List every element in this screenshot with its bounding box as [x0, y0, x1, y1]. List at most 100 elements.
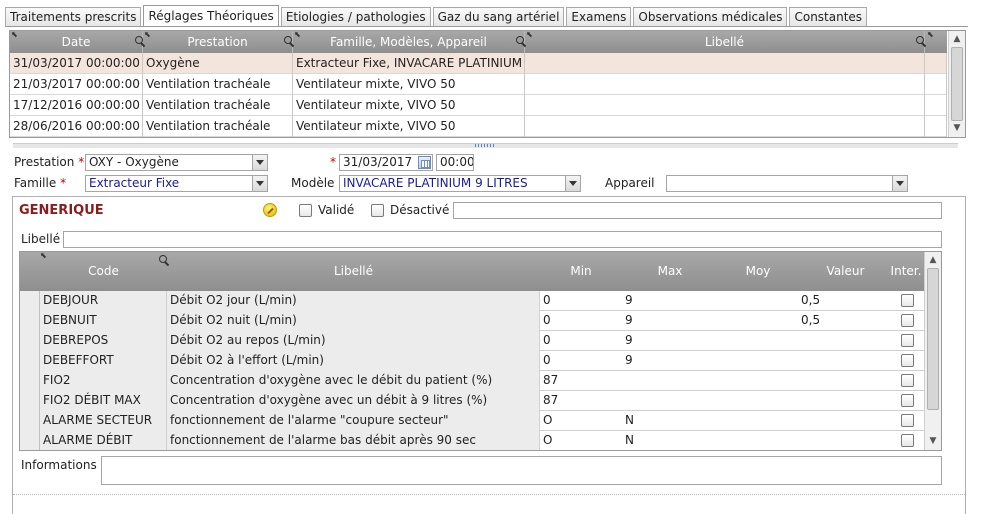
- cell-min: 87: [543, 393, 559, 407]
- cell-code: DEBEFFORT: [40, 351, 167, 371]
- cell-moy: [718, 351, 798, 371]
- date-input[interactable]: 31/03/2017: [339, 154, 433, 171]
- cell-max: N: [625, 413, 634, 427]
- cell-valeur[interactable]: [798, 431, 893, 450]
- column-header-min[interactable]: Min: [540, 252, 622, 291]
- tab-2[interactable]: Etiologies / pathologies: [280, 7, 431, 26]
- cell-code: ALARME DÉBIT: [40, 431, 167, 450]
- divider: [13, 494, 965, 495]
- cell-valeur[interactable]: 0,5: [798, 291, 893, 311]
- cell-valeur[interactable]: [798, 371, 893, 391]
- cell-libelle: [525, 74, 925, 95]
- column-header-libelle[interactable]: Libellé: [167, 252, 540, 291]
- cell-libelle: Débit O2 au repos (L/min): [167, 331, 540, 351]
- informations-textarea[interactable]: [101, 456, 942, 485]
- tab-5[interactable]: Observations médicales: [633, 7, 788, 26]
- table-row[interactable]: DEBREPOS Débit O2 au repos (L/min) 0 9: [20, 331, 925, 351]
- inter-checkbox[interactable]: [901, 434, 914, 447]
- prestation-select[interactable]: OXY - Oxygène: [85, 154, 268, 171]
- scrollbar-thumb[interactable]: [951, 47, 963, 121]
- scroll-up-arrow-icon[interactable]: ▲: [951, 33, 963, 45]
- column-header-date[interactable]: Date: [10, 31, 143, 53]
- desactive-checkbox[interactable]: [371, 204, 384, 217]
- tab-bar: Traitements prescrits Réglages Théoriques…: [5, 5, 869, 27]
- edit-pencil-icon[interactable]: [263, 203, 277, 217]
- table-row[interactable]: ALARME DÉBIT fonctionnement de l'alarme b…: [20, 431, 926, 450]
- cell-inter: [886, 351, 926, 371]
- cell-libelle: Débit O2 jour (L/min): [167, 291, 540, 311]
- libelle-label: Libellé: [21, 232, 61, 246]
- cell-libelle: Concentration d'oxygène avec un débit à …: [167, 391, 540, 411]
- famille-select[interactable]: Extracteur Fixe: [85, 175, 268, 192]
- table-row[interactable]: FIO2 DÉBIT MAX Concentration d'oxygène av…: [20, 391, 925, 411]
- cell-valeur[interactable]: [798, 351, 893, 371]
- cell-valeur[interactable]: 0,5: [798, 311, 893, 331]
- table-row[interactable]: ALARME SECTEUR fonctionnement de l'alarme…: [20, 411, 925, 431]
- inter-checkbox[interactable]: [901, 314, 914, 327]
- tab-1[interactable]: Réglages Théoriques: [143, 5, 279, 27]
- table-row[interactable]: FIO2 Concentration d'oxygène avec le débi…: [20, 371, 925, 391]
- row-header-cell: [20, 371, 40, 391]
- desactive-reason-input[interactable]: [453, 202, 942, 219]
- table-row[interactable]: DEBJOUR Débit O2 jour (L/min) 0 9 0,5: [20, 291, 925, 311]
- scroll-up-arrow-icon[interactable]: ▲: [927, 254, 939, 266]
- libelle-input[interactable]: [63, 231, 942, 248]
- inter-checkbox[interactable]: [901, 354, 914, 367]
- settings-grid-scrollbar[interactable]: ▲ ▼: [924, 252, 941, 450]
- table-row[interactable]: DEBEFFORT Débit O2 à l'effort (L/min) 0 9: [20, 351, 925, 371]
- modele-select[interactable]: INVACARE PLATINIUM 9 LITRES: [339, 175, 581, 192]
- tab-6[interactable]: Constantes: [789, 7, 868, 26]
- search-icon[interactable]: [915, 35, 927, 47]
- calendar-icon[interactable]: [418, 156, 431, 169]
- time-input[interactable]: 00:00: [436, 154, 474, 171]
- cell-inter: [886, 431, 926, 450]
- column-header-libelle[interactable]: Libellé: [525, 31, 925, 53]
- scroll-down-arrow-icon[interactable]: ▼: [951, 122, 963, 134]
- inter-checkbox[interactable]: [901, 334, 914, 347]
- inter-checkbox[interactable]: [901, 374, 914, 387]
- table-row[interactable]: 17/12/2016 00:00:00 Ventilation trachéale…: [10, 95, 947, 116]
- cell-valeur[interactable]: [798, 411, 893, 431]
- column-header-code[interactable]: Code: [40, 252, 167, 291]
- inter-checkbox[interactable]: [901, 394, 914, 407]
- column-header-max[interactable]: Max: [622, 252, 718, 291]
- table-row[interactable]: 31/03/2017 00:00:00 Oxygène Extracteur Fix…: [10, 53, 947, 74]
- prescriptions-grid: ⬉ Date ⬉ Prestation ⬉ Famille, Modèles, …: [9, 30, 966, 138]
- column-header-famille[interactable]: Famille, Modèles, Appareil: [293, 31, 525, 53]
- inter-checkbox[interactable]: [901, 294, 914, 307]
- generic-title: GENERIQUE: [19, 203, 104, 218]
- panel-splitter[interactable]: [13, 143, 958, 148]
- table-row[interactable]: 28/06/2016 00:00:00 Ventilation trachéale…: [10, 116, 947, 137]
- tab-0[interactable]: Traitements prescrits: [5, 7, 142, 26]
- cell-valeur[interactable]: [798, 391, 893, 411]
- column-header-moy[interactable]: Moy: [718, 252, 798, 291]
- chevron-down-icon[interactable]: [892, 176, 907, 191]
- splitter-grip-icon[interactable]: [475, 144, 495, 147]
- scrollbar-thumb[interactable]: [927, 268, 939, 410]
- cell-prestation: Ventilation trachéale: [143, 95, 293, 116]
- chevron-down-icon[interactable]: [252, 155, 267, 170]
- column-header-inter[interactable]: Inter.: [886, 252, 926, 291]
- tab-3[interactable]: Gaz du sang artériel: [432, 7, 565, 26]
- chevron-down-icon[interactable]: [252, 176, 267, 191]
- prescriptions-grid-scrollbar[interactable]: ▲ ▼: [948, 31, 965, 137]
- column-header-prestation[interactable]: Prestation: [143, 31, 293, 53]
- tab-4[interactable]: Examens: [566, 7, 632, 26]
- row-header-cell: [20, 431, 40, 450]
- cell-moy: [718, 371, 798, 391]
- cell-valeur[interactable]: [798, 331, 893, 351]
- cell-code: DEBREPOS: [40, 331, 167, 351]
- famille-label: Famille *: [14, 176, 67, 190]
- table-row[interactable]: 21/03/2017 00:00:00 Ventilation trachéale…: [10, 74, 947, 95]
- column-header-valeur[interactable]: Valeur: [798, 252, 893, 291]
- cell-moy: [718, 291, 798, 311]
- table-row[interactable]: DEBNUIT Débit O2 nuit (L/min) 0 9 0,5: [20, 311, 925, 331]
- settings-grid: ⬉ Code Libellé Min Max Moy Valeur Inter.…: [19, 251, 942, 451]
- tab-underline: [5, 26, 968, 27]
- appareil-select[interactable]: [666, 175, 908, 192]
- inter-checkbox[interactable]: [901, 414, 914, 427]
- valide-checkbox[interactable]: [299, 204, 312, 217]
- chevron-down-icon[interactable]: [565, 176, 580, 191]
- cell-prestation: Oxygène: [143, 53, 293, 74]
- scroll-down-arrow-icon[interactable]: ▼: [927, 435, 939, 447]
